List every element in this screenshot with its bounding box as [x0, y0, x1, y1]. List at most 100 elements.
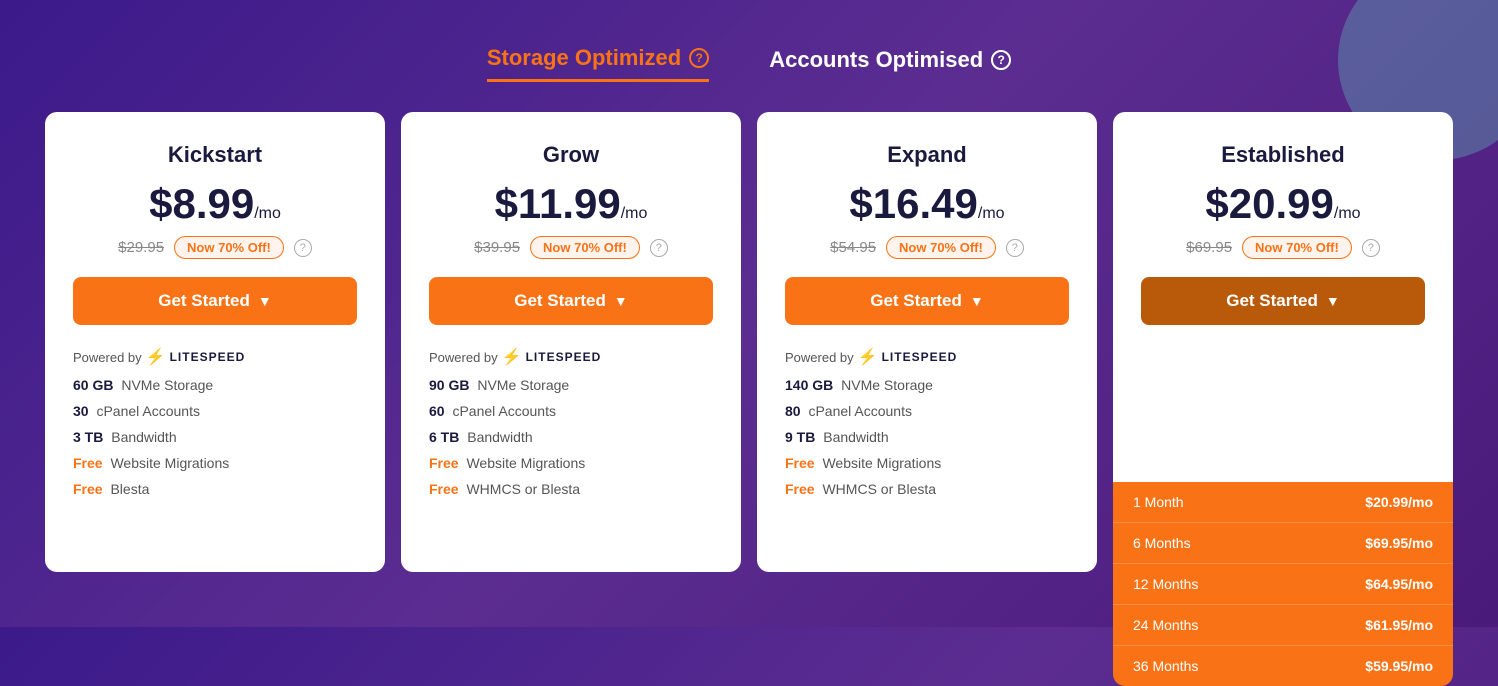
tab-accounts-optimised-help[interactable]: ? [991, 50, 1011, 70]
whmcs-text-grow: WHMCS or Blesta [463, 481, 580, 497]
help-icon-established[interactable]: ? [1362, 239, 1380, 257]
get-started-button-expand[interactable]: Get Started ▼ [785, 277, 1069, 325]
feature-litespeed-grow: Powered by ⚡ LITESPEED [429, 347, 713, 367]
badge-off-grow: Now 70% Off! [530, 236, 640, 259]
badge-off-kickstart: Now 70% Off! [174, 236, 284, 259]
price-per-kickstart: /mo [254, 205, 281, 222]
bandwidth-bold-expand: 9 TB [785, 429, 815, 445]
litespeed-brand-grow: LITESPEED [526, 350, 602, 364]
storage-bold-grow: 90 GB [429, 377, 469, 393]
price-amount-grow: $11.99 [495, 180, 621, 227]
bandwidth-text-grow: Bandwidth [463, 429, 532, 445]
dropdown-arrow-kickstart: ▼ [258, 293, 272, 309]
price-original-row-grow: $39.95 Now 70% Off! ? [429, 236, 713, 259]
accounts-text-expand: cPanel Accounts [805, 403, 912, 419]
price-main-kickstart: $8.99/mo [73, 180, 357, 228]
feature-storage-grow: 90 GB NVMe Storage [429, 377, 713, 393]
get-started-label-expand: Get Started [870, 291, 962, 311]
litespeed-icon-kickstart: ⚡ [146, 347, 166, 367]
price-original-grow: $39.95 [474, 239, 520, 256]
dropdown-arrow-grow: ▼ [614, 293, 628, 309]
badge-off-expand: Now 70% Off! [886, 236, 996, 259]
accounts-text-kickstart: cPanel Accounts [93, 403, 200, 419]
storage-text-expand: NVMe Storage [837, 377, 933, 393]
badge-off-established: Now 70% Off! [1242, 236, 1352, 259]
price-main-expand: $16.49/mo [785, 180, 1069, 228]
whmcs-text-expand: WHMCS or Blesta [819, 481, 936, 497]
plan-title-grow: Grow [429, 142, 713, 168]
get-started-button-grow[interactable]: Get Started ▼ [429, 277, 713, 325]
whmcs-bold-grow: Free [429, 481, 459, 497]
dropdown-price-1month: $20.99/mo [1365, 494, 1433, 510]
dropdown-arrow-expand: ▼ [970, 293, 984, 309]
feature-migrations-grow: Free Website Migrations [429, 455, 713, 471]
dropdown-label-6months: 6 Months [1133, 535, 1191, 551]
get-started-label-established: Get Started [1226, 291, 1318, 311]
blesta-bold-kickstart: Free [73, 481, 103, 497]
plan-title-expand: Expand [785, 142, 1069, 168]
price-original-row-established: $69.95 Now 70% Off! ? [1141, 236, 1425, 259]
dropdown-price-24months: $61.95/mo [1365, 617, 1433, 633]
get-started-button-kickstart[interactable]: Get Started ▼ [73, 277, 357, 325]
features-list-kickstart: Powered by ⚡ LITESPEED 60 GB NVMe Storag… [73, 347, 357, 497]
price-amount-expand: $16.49 [849, 180, 977, 227]
feature-blesta-kickstart: Free Blesta [73, 481, 357, 497]
feature-whmcs-grow: Free WHMCS or Blesta [429, 481, 713, 497]
dropdown-item-24months[interactable]: 24 Months $61.95/mo [1113, 605, 1453, 646]
migrations-text-expand: Website Migrations [819, 455, 942, 471]
plan-card-kickstart: Kickstart $8.99/mo $29.95 Now 70% Off! ?… [45, 112, 385, 572]
bandwidth-text-expand: Bandwidth [819, 429, 888, 445]
feature-migrations-kickstart: Free Website Migrations [73, 455, 357, 471]
dropdown-item-12months[interactable]: 12 Months $64.95/mo [1113, 564, 1453, 605]
storage-bold-kickstart: 60 GB [73, 377, 113, 393]
dropdown-item-1month[interactable]: 1 Month $20.99/mo [1113, 482, 1453, 523]
plan-card-established: Established $20.99/mo $69.95 Now 70% Off… [1113, 112, 1453, 572]
migrations-bold-expand: Free [785, 455, 815, 471]
get-started-button-established[interactable]: Get Started ▼ [1141, 277, 1425, 325]
litespeed-brand-kickstart: LITESPEED [170, 350, 246, 364]
plan-card-expand: Expand $16.49/mo $54.95 Now 70% Off! ? G… [757, 112, 1097, 572]
get-started-label-kickstart: Get Started [158, 291, 250, 311]
help-icon-expand[interactable]: ? [1006, 239, 1024, 257]
bandwidth-text-kickstart: Bandwidth [107, 429, 176, 445]
powered-by-text-expand: Powered by [785, 350, 854, 365]
dropdown-item-36months[interactable]: 36 Months $59.95/mo [1113, 646, 1453, 686]
feature-storage-expand: 140 GB NVMe Storage [785, 377, 1069, 393]
accounts-text-grow: cPanel Accounts [449, 403, 556, 419]
litespeed-logo-grow: Powered by ⚡ LITESPEED [429, 347, 601, 367]
help-icon-kickstart[interactable]: ? [294, 239, 312, 257]
litespeed-icon-expand: ⚡ [858, 347, 878, 367]
litespeed-logo-expand: Powered by ⚡ LITESPEED [785, 347, 957, 367]
help-icon-grow[interactable]: ? [650, 239, 668, 257]
migrations-bold-kickstart: Free [73, 455, 103, 471]
feature-accounts-kickstart: 30 cPanel Accounts [73, 403, 357, 419]
tab-storage-optimized[interactable]: Storage Optimized ? [487, 45, 709, 82]
bandwidth-bold-kickstart: 3 TB [73, 429, 103, 445]
litespeed-icon-grow: ⚡ [502, 347, 522, 367]
tab-storage-optimized-help[interactable]: ? [689, 48, 709, 68]
feature-accounts-grow: 60 cPanel Accounts [429, 403, 713, 419]
feature-bandwidth-kickstart: 3 TB Bandwidth [73, 429, 357, 445]
price-original-kickstart: $29.95 [118, 239, 164, 256]
storage-bold-expand: 140 GB [785, 377, 833, 393]
powered-by-text-kickstart: Powered by [73, 350, 142, 365]
migrations-text-grow: Website Migrations [463, 455, 586, 471]
migrations-bold-grow: Free [429, 455, 459, 471]
plan-title-established: Established [1141, 142, 1425, 168]
tab-accounts-optimised[interactable]: Accounts Optimised ? [769, 47, 1011, 81]
dropdown-item-6months[interactable]: 6 Months $69.95/mo [1113, 523, 1453, 564]
tab-accounts-optimised-label: Accounts Optimised [769, 47, 983, 73]
features-list-expand: Powered by ⚡ LITESPEED 140 GB NVMe Stora… [785, 347, 1069, 497]
feature-storage-kickstart: 60 GB NVMe Storage [73, 377, 357, 393]
price-per-expand: /mo [978, 205, 1005, 222]
feature-accounts-expand: 80 cPanel Accounts [785, 403, 1069, 419]
migrations-text-kickstart: Website Migrations [107, 455, 230, 471]
feature-litespeed-kickstart: Powered by ⚡ LITESPEED [73, 347, 357, 367]
price-original-row-kickstart: $29.95 Now 70% Off! ? [73, 236, 357, 259]
litespeed-logo-kickstart: Powered by ⚡ LITESPEED [73, 347, 245, 367]
storage-text-kickstart: NVMe Storage [117, 377, 213, 393]
dropdown-price-12months: $64.95/mo [1365, 576, 1433, 592]
dropdown-price-6months: $69.95/mo [1365, 535, 1433, 551]
plan-title-kickstart: Kickstart [73, 142, 357, 168]
feature-bandwidth-grow: 6 TB Bandwidth [429, 429, 713, 445]
